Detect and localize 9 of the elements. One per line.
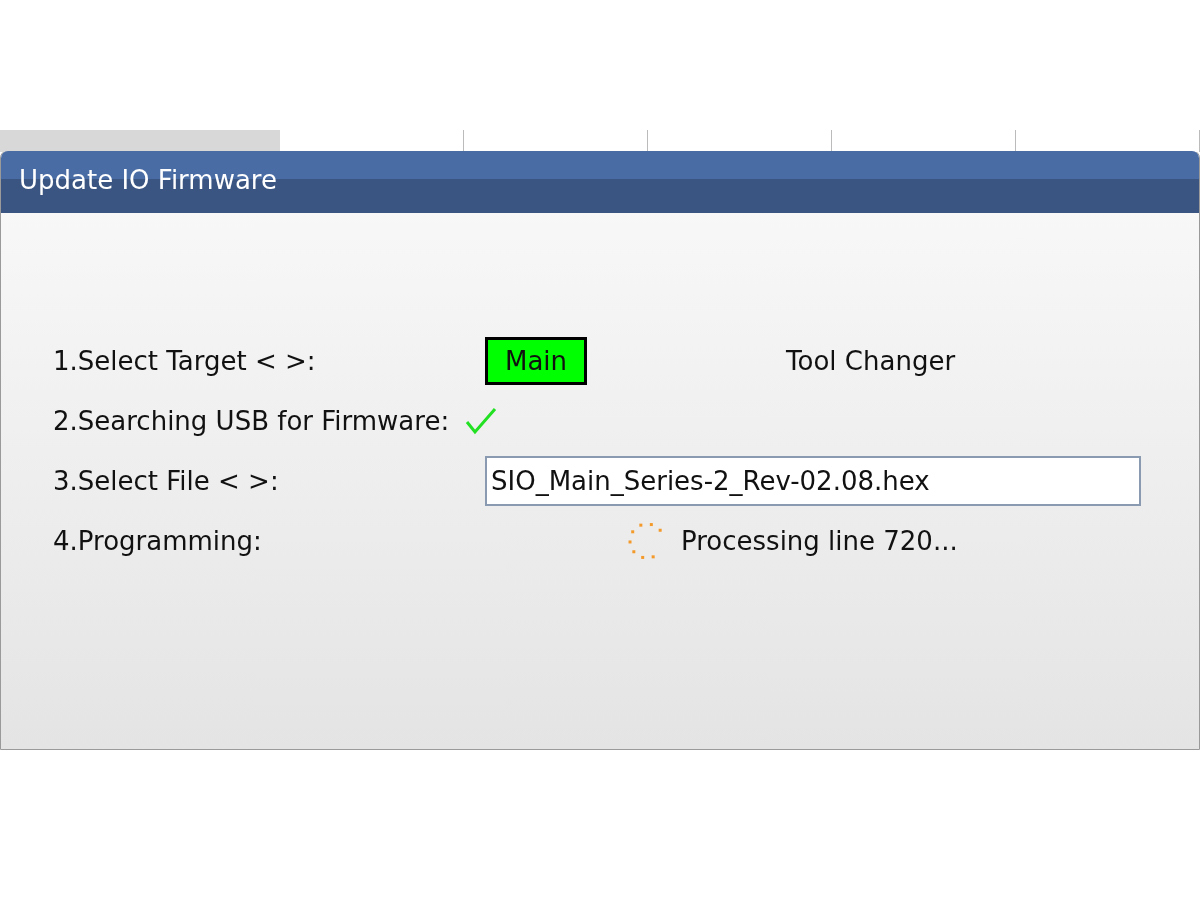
- step-label: 3.Select File < >:: [53, 466, 280, 496]
- step-label: 1.Select Target < >:: [53, 346, 317, 376]
- target-option[interactable]: Main: [485, 337, 588, 385]
- step-label: 4.Programming:: [53, 526, 263, 556]
- window-title: Update IO Firmware: [1, 151, 1199, 213]
- status-text: Processing line 720...: [681, 526, 958, 556]
- target-option[interactable]: Tool Changer: [766, 337, 976, 385]
- step-label: 2.Searching USB for Firmware:: [53, 406, 450, 436]
- file-field[interactable]: SIO_Main_Series-2_Rev-02.08.hex: [485, 456, 1141, 506]
